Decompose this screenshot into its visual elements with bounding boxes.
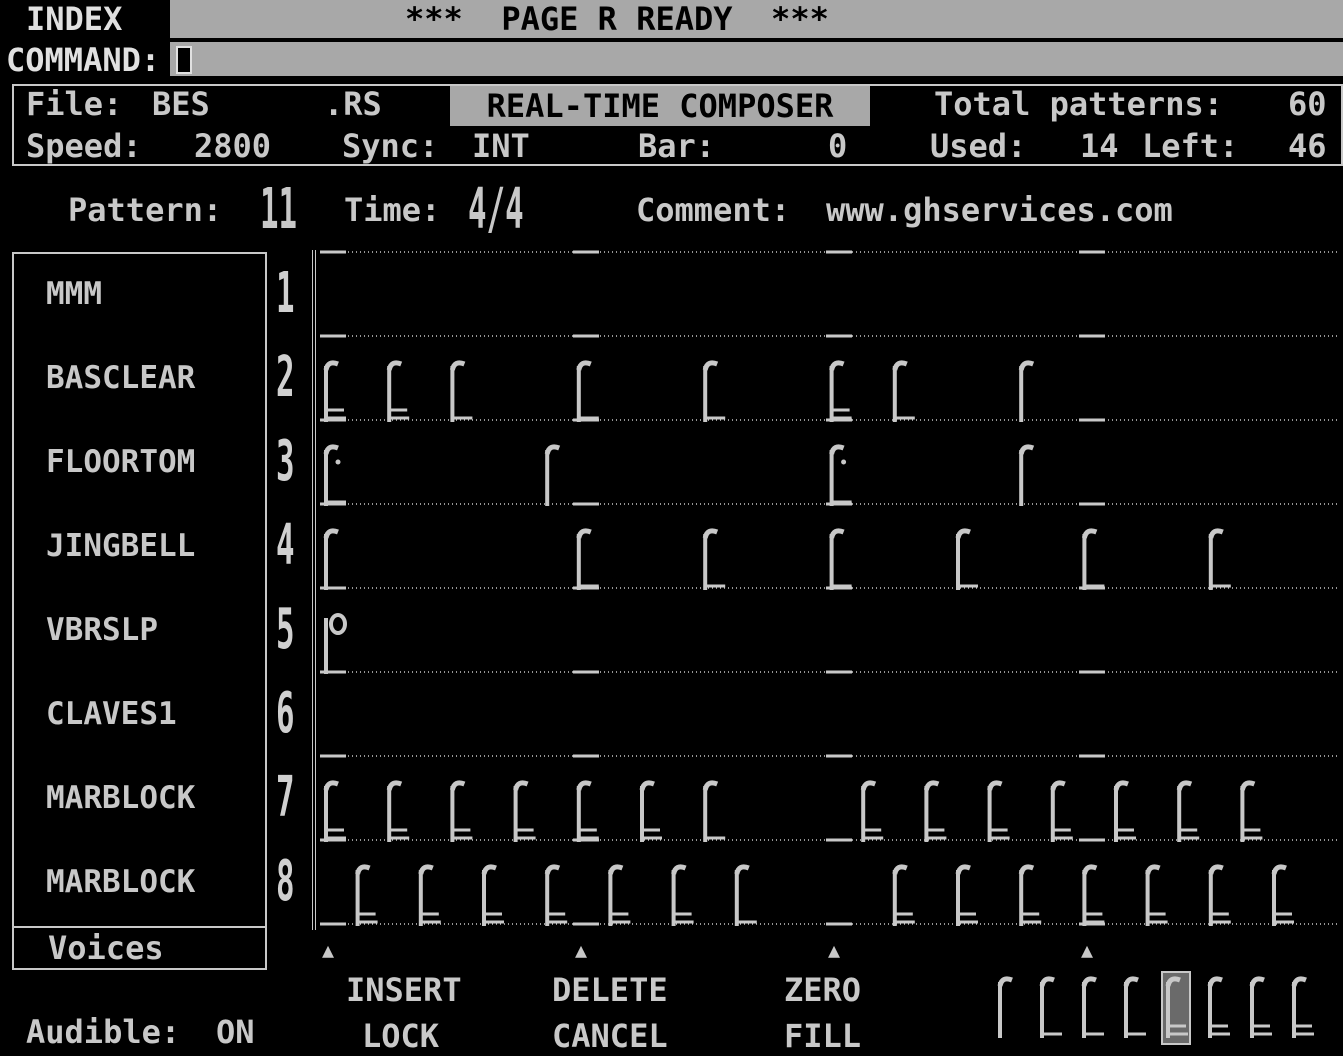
palette-note-7-icon [1249, 976, 1272, 1038]
palette-note-1-icon [997, 976, 1013, 1038]
palette-note-2-icon [1039, 976, 1062, 1038]
note-flag [1123, 976, 1139, 987]
note-value-palette[interactable] [0, 0, 1343, 1050]
note-flag [1207, 976, 1223, 987]
note-flag [1081, 976, 1097, 987]
palette-note-8-icon [1291, 976, 1314, 1038]
note-flag [1039, 976, 1055, 987]
note-flag [1291, 976, 1307, 987]
palette-note-6-icon [1207, 976, 1230, 1038]
palette-note-4-icon [1123, 976, 1146, 1038]
palette-note-3-icon [1081, 976, 1104, 1038]
note-flag [997, 976, 1013, 987]
note-flag [1249, 976, 1265, 987]
